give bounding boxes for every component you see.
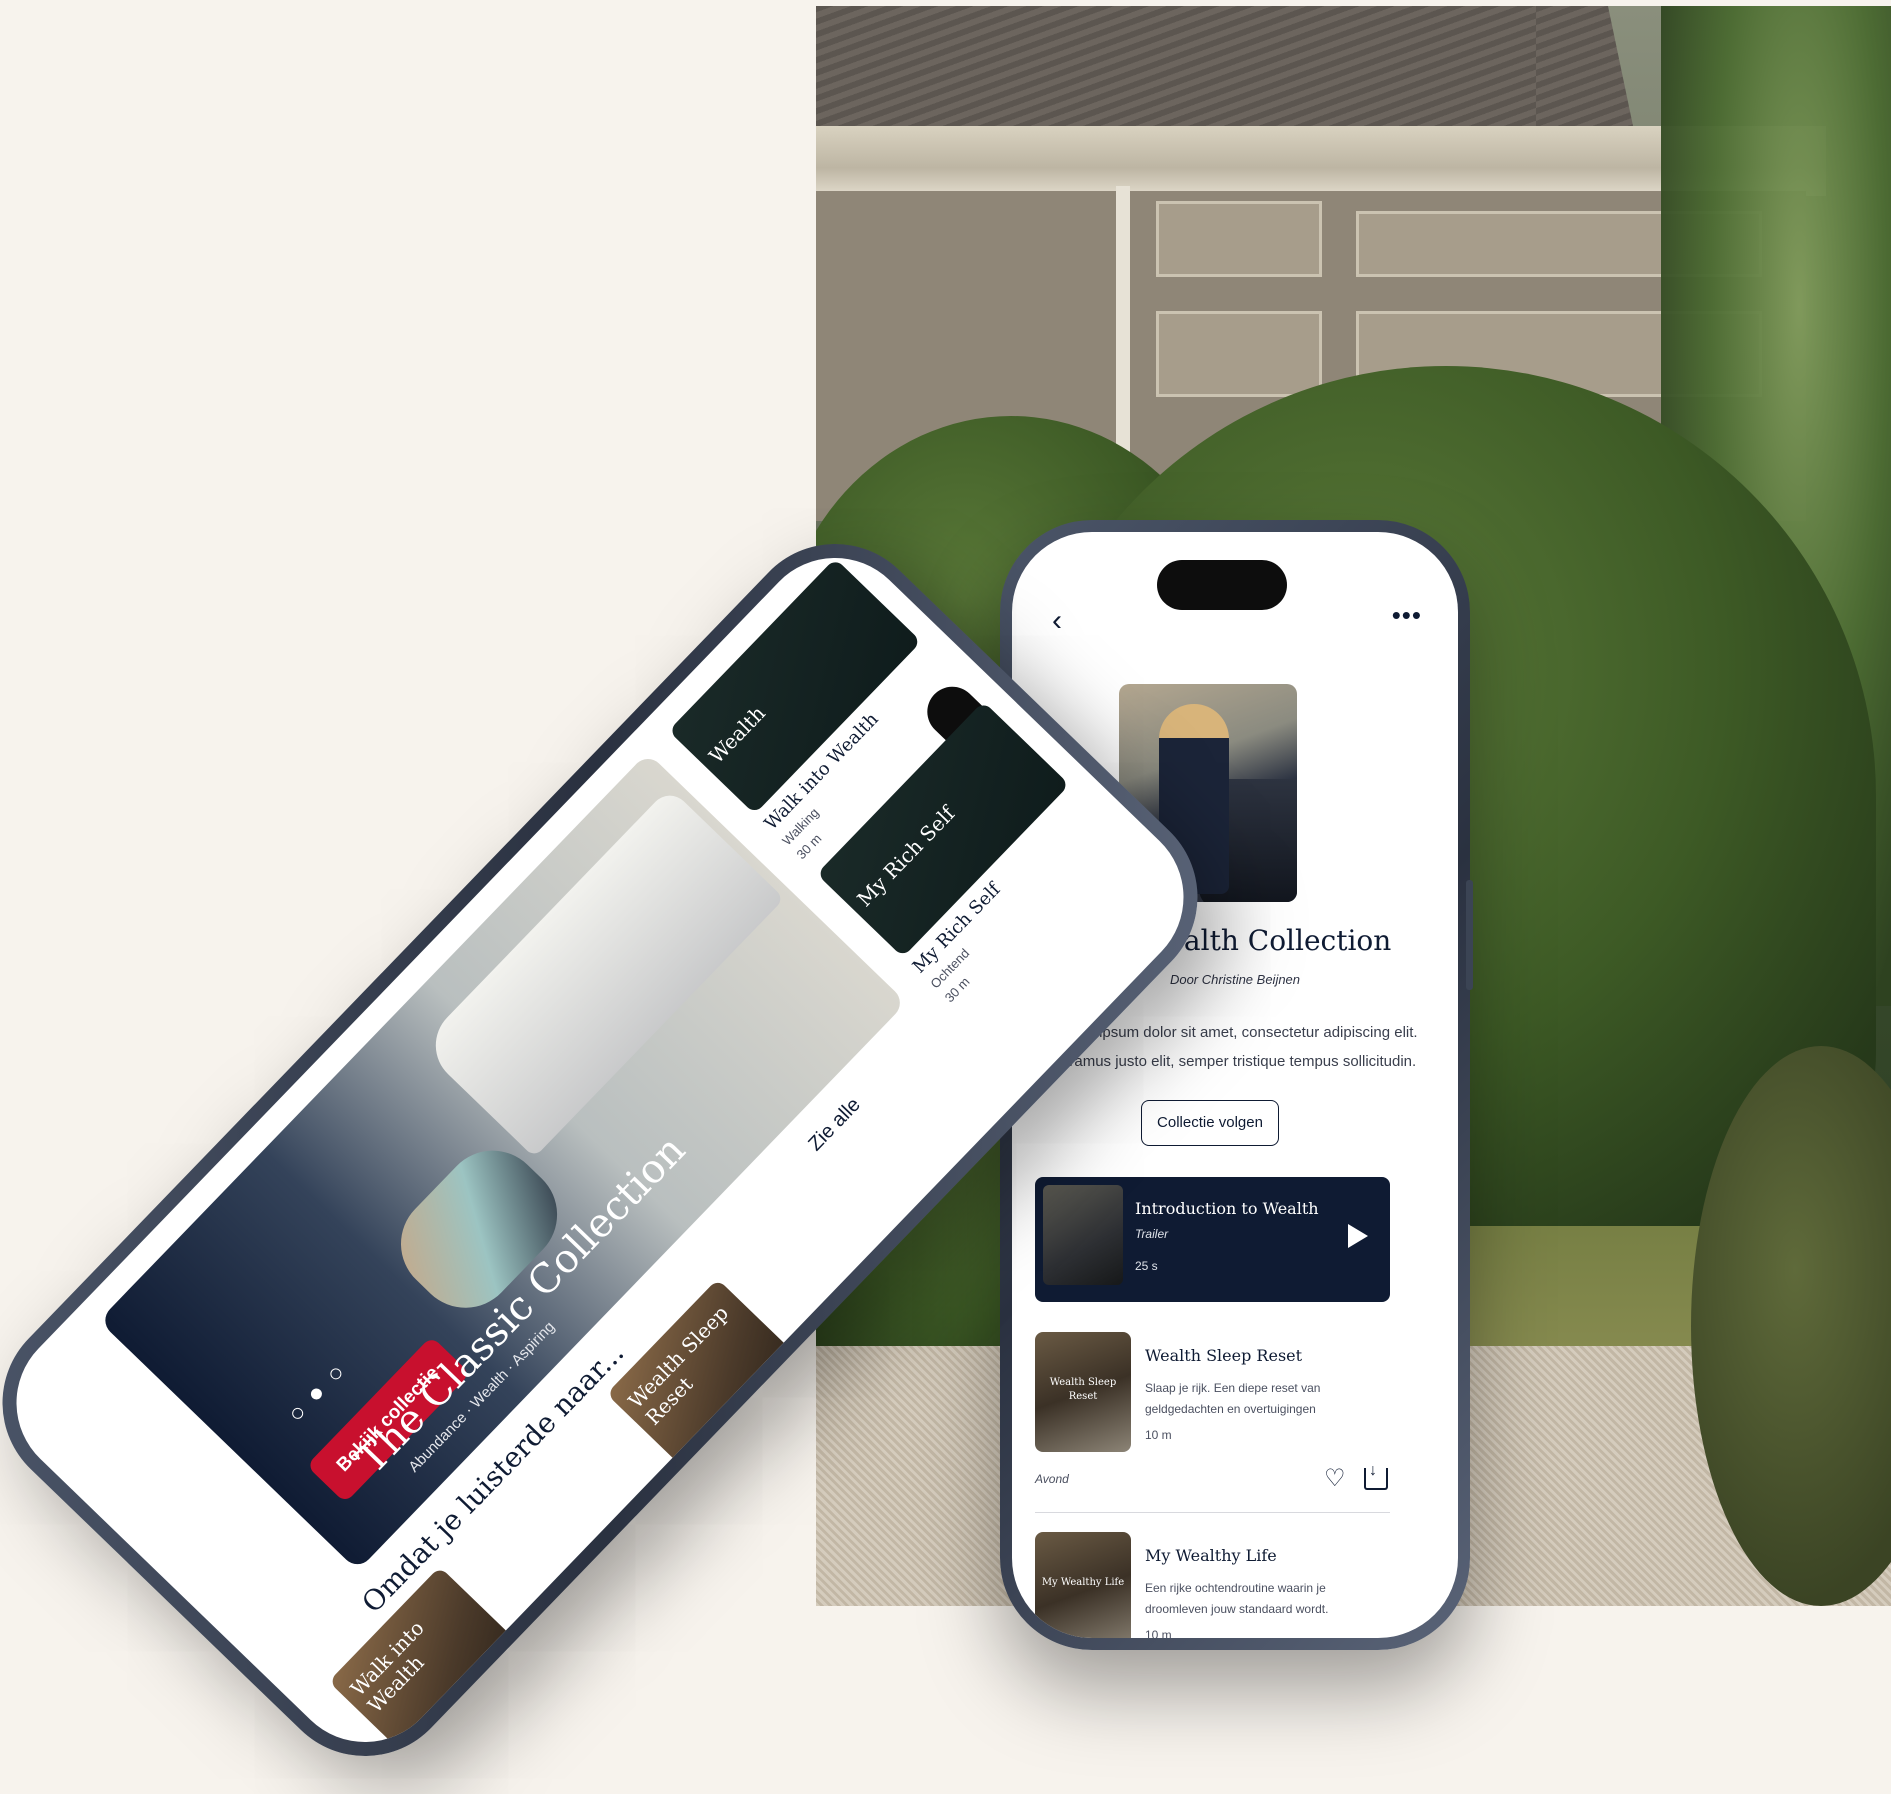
carousel-dot[interactable]: [328, 1366, 344, 1382]
rail-image-label: My Rich Self: [852, 801, 960, 912]
carousel-dot[interactable]: [289, 1405, 306, 1422]
track-tag: Avond: [1035, 1472, 1069, 1486]
thumb-label: My Wealthy Life: [1041, 1577, 1125, 1588]
play-icon[interactable]: [1348, 1224, 1368, 1248]
trailer-duration: 25 s: [1135, 1259, 1158, 1273]
card-label: Wealth Sleep Reset: [623, 1300, 734, 1430]
trailer-card[interactable]: Introduction to Wealth Trailer 25 s: [1035, 1177, 1390, 1302]
see-all-link[interactable]: Zie alle: [804, 1094, 865, 1156]
rail-thumbnail: Wealth: [668, 558, 922, 815]
wall-panel: [1156, 311, 1322, 397]
track-thumbnail: My Wealthy Life: [1035, 1532, 1131, 1638]
track-title: My Wealthy Life: [1145, 1546, 1277, 1565]
heart-icon[interactable]: ♡: [1324, 1467, 1346, 1491]
trailer-subtitle: Trailer: [1135, 1227, 1169, 1241]
carousel-dot-active[interactable]: [308, 1385, 325, 1402]
wall-panel: [1156, 201, 1322, 277]
follow-collection-button[interactable]: Collectie volgen: [1141, 1100, 1279, 1146]
collection-screen: ‹ ••• The Wealth Collection Door Christi…: [1012, 532, 1458, 1638]
track-thumbnail: Wealth Sleep Reset: [1035, 1332, 1131, 1452]
track-item[interactable]: My Wealthy Life My Wealthy Life Een rijk…: [1035, 1532, 1390, 1638]
more-icon[interactable]: •••: [1392, 600, 1422, 631]
hero-yacht: [419, 787, 785, 1158]
trailer-thumbnail: [1043, 1185, 1123, 1285]
divider: [1035, 1512, 1390, 1513]
recent-card[interactable]: Wealth Sleep Reset: [606, 1278, 812, 1485]
carousel-dots[interactable]: [284, 1360, 351, 1429]
dynamic-island: [1157, 560, 1287, 610]
phone-right: ‹ ••• The Wealth Collection Door Christi…: [995, 520, 1473, 1650]
trailer-title: Introduction to Wealth: [1135, 1199, 1319, 1218]
track-description: Een rijke ochtendroutine waarin je droom…: [1145, 1581, 1329, 1616]
power-button: [1466, 880, 1473, 990]
track-title: Wealth Sleep Reset: [1145, 1346, 1303, 1365]
roof: [816, 6, 1536, 146]
download-icon[interactable]: [1364, 1462, 1388, 1490]
track-item[interactable]: Wealth Sleep Reset Wealth Sleep Reset Sl…: [1035, 1332, 1390, 1462]
track-duration: 10 m: [1145, 1628, 1172, 1638]
thumb-label: Wealth Sleep Reset: [1049, 1377, 1117, 1402]
track-duration: 10 m: [1145, 1428, 1172, 1442]
rail-item[interactable]: Wealth Walk into Wealth Walking 30 m: [668, 551, 922, 862]
chevron-left-icon[interactable]: ‹: [1052, 606, 1074, 636]
track-description: Slaap je rijk. Een diepe reset van geldg…: [1145, 1381, 1321, 1416]
rail-image-label: Wealth: [704, 701, 770, 769]
